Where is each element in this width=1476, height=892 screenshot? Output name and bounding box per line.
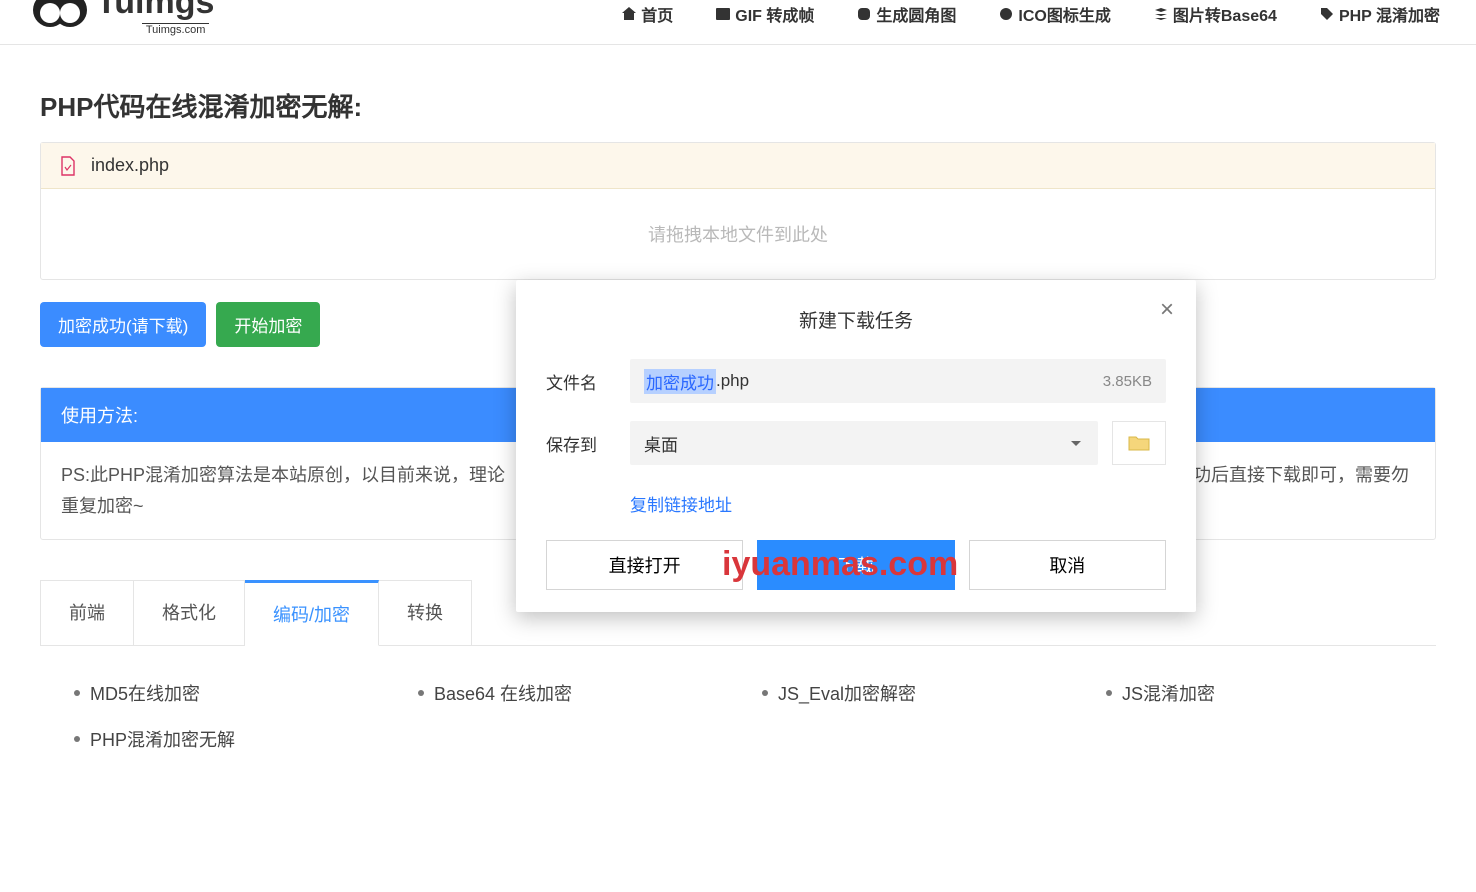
browse-folder-button[interactable] [1112, 421, 1166, 465]
cog-icon [998, 6, 1014, 22]
nav-ico[interactable]: ICO图标生成 [992, 0, 1116, 30]
filename-label: 文件名 [546, 369, 616, 394]
tool-base64[interactable]: Base64 在线加密 [394, 670, 738, 716]
download-result-button[interactable]: 加密成功(请下载) [40, 302, 206, 347]
copy-link[interactable]: 复制链接地址 [630, 491, 732, 516]
nav-ico-label: ICO图标生成 [1018, 2, 1110, 26]
open-direct-button[interactable]: 直接打开 [546, 540, 743, 590]
nav-base64-label: 图片转Base64 [1173, 2, 1277, 26]
saveto-select[interactable]: 桌面 [630, 421, 1098, 465]
tab-format[interactable]: 格式化 [134, 580, 245, 646]
tool-md5[interactable]: MD5在线加密 [50, 670, 394, 716]
rounded-icon [856, 6, 872, 22]
dialog-title: 新建下载任务 [546, 306, 1166, 333]
nav-php[interactable]: PHP 混淆加密 [1313, 0, 1446, 30]
logo-subtext: Tuimgs.com [142, 23, 210, 36]
cancel-button[interactable]: 取消 [969, 540, 1166, 590]
tab-convert[interactable]: 转换 [379, 580, 472, 646]
usage-left: PS:此PHP混淆加密算法是本站原创，以目前来说，理论 [61, 465, 505, 485]
uploaded-filename: index.php [91, 155, 169, 176]
tag-icon [1319, 6, 1335, 22]
tool-jsobf[interactable]: JS混淆加密 [1082, 670, 1426, 716]
logo[interactable]: Tuimgs Tuimgs.com [30, 0, 214, 30]
folder-icon [1128, 434, 1150, 452]
file-icon [59, 156, 77, 176]
nav-gif-label: GIF 转成帧 [735, 2, 814, 26]
nav-php-label: PHP 混淆加密 [1339, 2, 1440, 26]
upload-panel: index.php 请拖拽本地文件到此处 [40, 142, 1436, 280]
nav-circle[interactable]: 生成圆角图 [850, 0, 962, 30]
nav-circle-label: 生成圆角图 [876, 2, 956, 26]
file-size: 3.85KB [1103, 373, 1152, 390]
page-title: PHP代码在线混淆加密无解: [40, 87, 1436, 124]
home-icon [621, 6, 637, 22]
close-icon[interactable]: × [1160, 298, 1174, 322]
download-button[interactable]: 下载 [757, 540, 954, 590]
tab-frontend[interactable]: 前端 [40, 580, 134, 646]
tool-jseval[interactable]: JS_Eval加密解密 [738, 670, 1082, 716]
saveto-label: 保存到 [546, 431, 616, 456]
nav-home-label: 首页 [641, 2, 673, 26]
logo-icon [30, 0, 90, 30]
nav-gif[interactable]: GIF 转成帧 [709, 0, 820, 30]
drop-area[interactable]: 请拖拽本地文件到此处 [41, 189, 1435, 279]
saveto-value: 桌面 [644, 431, 678, 456]
image-icon [715, 6, 731, 22]
tab-encode[interactable]: 编码/加密 [245, 580, 379, 646]
tool-list: MD5在线加密 Base64 在线加密 JS_Eval加密解密 JS混淆加密 P… [40, 646, 1436, 786]
start-encrypt-button[interactable]: 开始加密 [216, 302, 320, 347]
nav-base64[interactable]: 图片转Base64 [1147, 0, 1283, 30]
download-dialog: × 新建下载任务 文件名 加密成功 .php 3.85KB 保存到 桌面 复制链… [516, 280, 1196, 612]
tool-phpobf[interactable]: PHP混淆加密无解 [50, 716, 394, 762]
filename-selection: 加密成功 [644, 369, 716, 394]
filename-ext: .php [716, 371, 749, 391]
stack-icon [1153, 6, 1169, 22]
nav-home[interactable]: 首页 [615, 0, 679, 30]
chevron-down-icon [1068, 435, 1084, 451]
logo-text: Tuimgs [96, 0, 214, 22]
filename-input[interactable]: 加密成功 .php 3.85KB [630, 359, 1166, 403]
